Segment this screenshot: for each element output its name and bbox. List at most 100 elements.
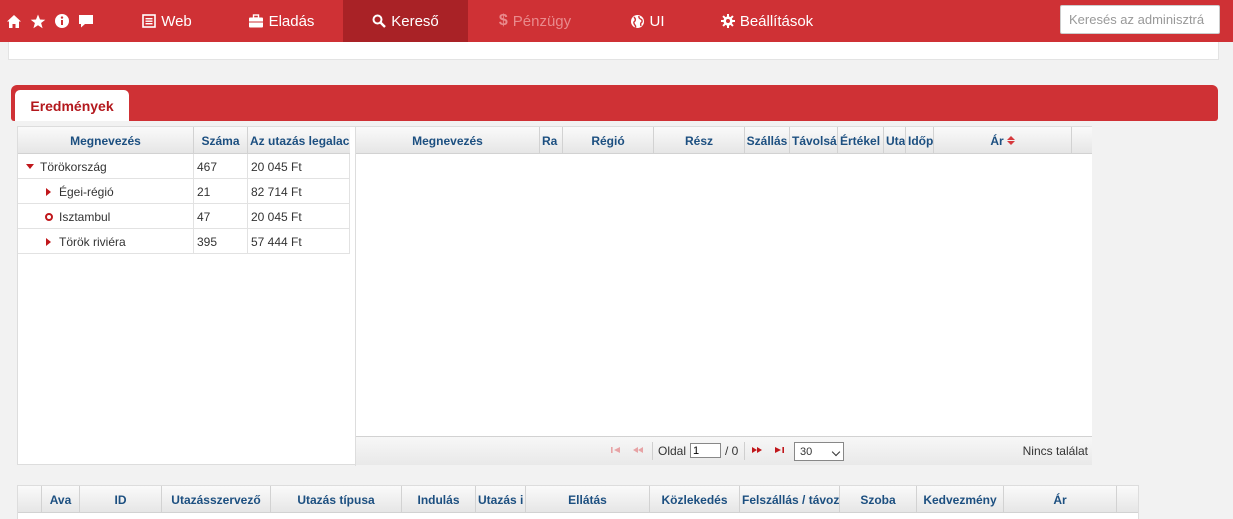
nav-settings[interactable]: Beállítások <box>712 0 822 42</box>
column-header-boarding[interactable]: Felszállás / távoz <box>740 486 840 513</box>
column-header-departure[interactable]: Indulás <box>402 486 476 513</box>
results-grid-body <box>356 154 1092 437</box>
offers-grid-header: Ava ID Utazásszervező Utazás típusa Indu… <box>18 486 1138 513</box>
tree-row-name: Isztambul <box>59 209 111 224</box>
column-header-accommodation[interactable]: Szállás <box>745 127 790 154</box>
pagination-bar: Oldal / 0 30 Nincs találat <box>356 437 1092 465</box>
column-header-price-label: Ár <box>990 133 1004 148</box>
home-icon[interactable] <box>4 11 24 31</box>
admin-search-input[interactable] <box>1060 5 1220 34</box>
column-header-price[interactable]: Ár <box>934 127 1072 154</box>
column-header-select[interactable] <box>18 486 42 513</box>
nav-search-label: Kereső <box>391 12 439 30</box>
nav-web-label: Web <box>161 12 192 30</box>
first-page-icon[interactable] <box>610 445 622 455</box>
column-header-review[interactable]: Értékel <box>838 127 884 154</box>
tree-row-name: Török riviéra <box>59 234 126 249</box>
nav-finance-label: Pénzügy <box>512 12 572 30</box>
page-total: / 0 <box>725 444 739 458</box>
tree-row-price: 20 045 Ft <box>248 154 350 179</box>
column-header-part[interactable]: Rész <box>654 127 745 154</box>
column-header-travel-type[interactable]: Utazás típusa <box>271 486 402 513</box>
tree-row-region[interactable]: Török riviéra 395 57 444 Ft <box>18 229 350 254</box>
column-header-availability[interactable]: Ava <box>42 486 80 513</box>
results-panel: Megnevezés Száma Az utazás legalacs Törö… <box>17 126 1092 466</box>
dollar-icon: $ <box>498 12 508 29</box>
info-icon[interactable] <box>52 11 72 31</box>
briefcase-icon <box>248 14 263 28</box>
results-grid-header: Megnevezés Ra Régió Rész Szállás Távolsá… <box>356 127 1092 154</box>
no-results-text: Nincs találat <box>1022 444 1088 458</box>
globe-icon <box>630 14 644 28</box>
quick-icons <box>4 0 96 42</box>
top-navigation-bar: Web Eladás Kereső $ Pénzügy UI Beállítás… <box>0 0 1233 42</box>
column-header-lowest-price[interactable]: Az utazás legalacs <box>248 127 350 154</box>
collapsed-arrow-icon[interactable] <box>46 187 51 196</box>
search-icon <box>372 14 387 28</box>
pager-separator <box>744 442 745 460</box>
pager-separator <box>652 442 653 460</box>
gear-icon <box>720 14 735 28</box>
star-icon[interactable] <box>28 11 48 31</box>
column-header-travel-length[interactable]: Utazás i <box>476 486 526 513</box>
rows-per-page-select[interactable]: 30 <box>794 442 844 461</box>
column-header-name[interactable]: Megnevezés <box>356 127 540 154</box>
results-tab-bar: Eredmények <box>11 85 1218 121</box>
nav-sales-label: Eladás <box>268 12 315 30</box>
comment-icon[interactable] <box>76 11 96 31</box>
column-header-id[interactable]: ID <box>80 486 162 513</box>
chevron-down-icon <box>831 447 841 457</box>
collapsed-arrow-icon[interactable] <box>46 237 51 246</box>
expanded-arrow-icon[interactable] <box>26 164 34 169</box>
offers-grid: Ava ID Utazásszervező Utazás típusa Indu… <box>17 485 1139 519</box>
nav-ui-label: UI <box>649 12 665 30</box>
column-header-date[interactable]: Időp <box>906 127 934 154</box>
column-header-spacer <box>1072 127 1092 154</box>
column-header-distance[interactable]: Távolsá <box>790 127 838 154</box>
column-header-price[interactable]: Ár <box>1004 486 1117 513</box>
list-icon <box>142 14 157 28</box>
tree-row-region[interactable]: Égei-régió 21 82 714 Ft <box>18 179 350 204</box>
nav-settings-label: Beállítások <box>739 12 814 30</box>
last-page-icon[interactable] <box>773 445 785 455</box>
tree-rows: Törökország 467 20 045 Ft Égei-régió 21 … <box>18 154 350 254</box>
nav-finance: $ Pénzügy <box>490 0 580 42</box>
nav-search[interactable]: Kereső <box>343 0 468 42</box>
column-header-board[interactable]: Ellátás <box>526 486 650 513</box>
rows-per-page-value: 30 <box>800 445 813 458</box>
destination-tree-grid: Megnevezés Száma Az utazás legalacs Törö… <box>18 127 350 466</box>
tab-results[interactable]: Eredmények <box>15 90 129 121</box>
column-header-room[interactable]: Szoba <box>840 486 917 513</box>
tree-row-count: 395 <box>194 229 248 254</box>
content-strip <box>8 42 1219 60</box>
tree-row-count: 467 <box>194 154 248 179</box>
column-header-rating[interactable]: Ra <box>540 127 563 154</box>
column-header-name[interactable]: Megnevezés <box>18 127 194 154</box>
column-header-count[interactable]: Száma <box>194 127 248 154</box>
tree-row-count: 21 <box>194 179 248 204</box>
tree-row-price: 82 714 Ft <box>248 179 350 204</box>
column-header-transport[interactable]: Közlekedés <box>650 486 740 513</box>
previous-page-icon[interactable] <box>631 445 645 455</box>
column-header-region[interactable]: Régió <box>563 127 654 154</box>
nav-sales[interactable]: Eladás <box>236 0 326 42</box>
page-label: Oldal <box>658 444 687 458</box>
accommodation-results-grid: Megnevezés Ra Régió Rész Szállás Távolsá… <box>355 127 1092 466</box>
tree-row-price: 20 045 Ft <box>248 204 350 229</box>
next-page-icon[interactable] <box>750 445 764 455</box>
nav-web[interactable]: Web <box>130 0 204 42</box>
leaf-circle-icon <box>45 212 53 221</box>
tree-row-price: 57 444 Ft <box>248 229 350 254</box>
tree-row-count: 47 <box>194 204 248 229</box>
nav-ui[interactable]: UI <box>622 0 672 42</box>
tree-row-name: Törökország <box>40 159 107 174</box>
page-number-input[interactable] <box>690 443 721 458</box>
tree-row-name: Égei-régió <box>59 184 114 199</box>
column-header-travel[interactable]: Uta <box>884 127 906 154</box>
column-header-organizer[interactable]: Utazásszervező <box>162 486 271 513</box>
tree-row-country[interactable]: Törökország 467 20 045 Ft <box>18 154 350 179</box>
tree-row-region[interactable]: Isztambul 47 20 045 Ft <box>18 204 350 229</box>
column-header-discount[interactable]: Kedvezmény <box>917 486 1004 513</box>
column-header-spacer <box>1117 486 1138 513</box>
sort-icon[interactable] <box>1006 136 1015 145</box>
